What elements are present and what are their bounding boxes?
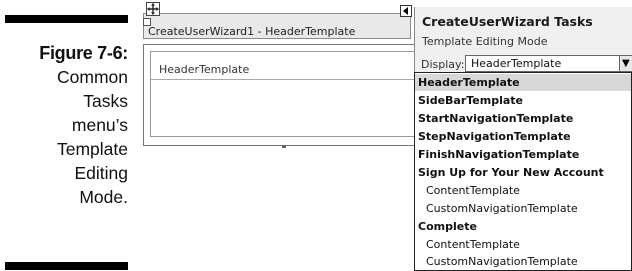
display-label: Display: <box>421 58 465 71</box>
figure-caption: Figure 7-6: Common Tasks menu’s Template… <box>5 41 128 209</box>
chevron-down-icon: ▼ <box>622 58 630 69</box>
tasks-title: CreateUserWizard Tasks <box>422 14 593 29</box>
caption-line: Editing <box>74 163 128 183</box>
dropdown-option[interactable]: CustomNavigationTemplate <box>415 200 631 217</box>
resize-handle[interactable] <box>282 145 286 148</box>
dropdown-option[interactable]: HeaderTemplate <box>415 74 631 91</box>
caption-line: menu’s <box>71 115 128 135</box>
dropdown-option[interactable]: Sign Up for Your New Account <box>415 164 631 181</box>
dropdown-option[interactable]: SideBarTemplate <box>415 92 631 109</box>
dropdown-option[interactable]: FinishNavigationTemplate <box>415 146 631 163</box>
caption-line: Tasks <box>83 91 128 111</box>
dropdown-option[interactable]: Complete <box>415 218 631 235</box>
dropdown-button[interactable]: ▼ <box>619 56 632 71</box>
smart-tag-arrow-icon[interactable] <box>400 5 412 17</box>
dropdown-option[interactable]: ContentTemplate <box>415 236 631 253</box>
template-region[interactable]: HeaderTemplate <box>150 51 426 137</box>
dropdown-option[interactable]: ContentTemplate <box>415 182 631 199</box>
display-select-value: HeaderTemplate <box>471 57 562 70</box>
caption-line: Common <box>57 67 128 87</box>
divider <box>151 79 426 80</box>
control-header[interactable]: CreateUserWizard1 - HeaderTemplate <box>143 13 411 39</box>
dropdown-option[interactable]: StartNavigationTemplate <box>415 110 631 127</box>
control-title: CreateUserWizard1 - HeaderTemplate <box>148 25 356 38</box>
move-handle-icon[interactable] <box>146 2 160 16</box>
caption-line: Mode. <box>79 187 128 207</box>
dropdown-option[interactable]: StepNavigationTemplate <box>415 128 631 145</box>
caption-bottom-rule <box>5 262 128 270</box>
template-region-label: HeaderTemplate <box>159 63 250 76</box>
caption-top-rule <box>5 15 128 23</box>
figure-number: Figure 7-6: <box>39 43 128 63</box>
display-dropdown-list[interactable]: HeaderTemplate SideBarTemplate StartNavi… <box>414 72 632 271</box>
tasks-subtitle: Template Editing Mode <box>422 35 548 48</box>
display-select[interactable]: HeaderTemplate ▼ <box>465 55 632 72</box>
template-edit-area[interactable]: HeaderTemplate <box>143 44 427 148</box>
dropdown-option[interactable]: CustomNavigationTemplate <box>415 253 631 270</box>
caption-line: Template <box>56 139 128 159</box>
